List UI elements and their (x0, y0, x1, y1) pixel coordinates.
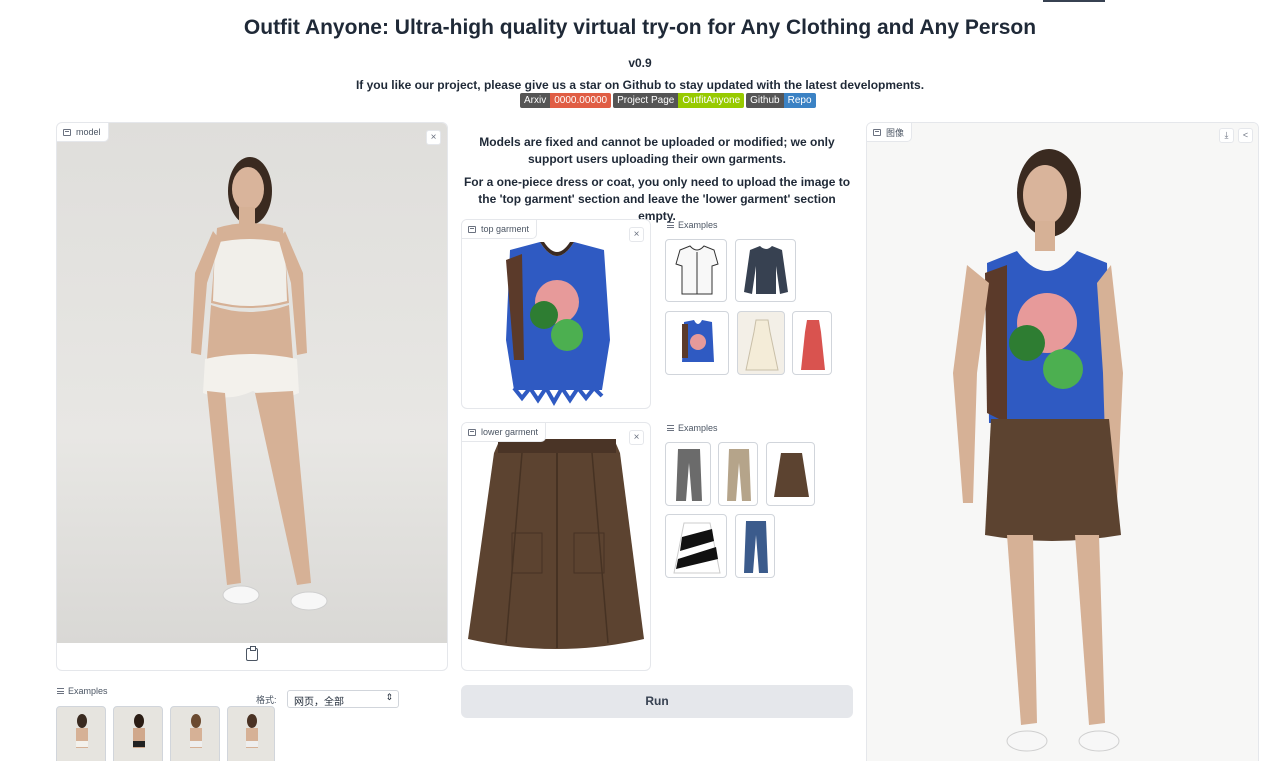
badge-left: Arxiv (520, 93, 551, 108)
jeans-icon (744, 521, 768, 573)
top-examples-label: Examples (667, 220, 718, 230)
format-select-value: 网页，全部 (294, 697, 344, 708)
model-label: model (57, 123, 109, 142)
khaki-trousers-icon (727, 449, 751, 501)
close-icon[interactable]: × (629, 430, 644, 445)
model-thumb-figure-icon (133, 714, 145, 748)
lower-example-thumb[interactable] (766, 442, 815, 506)
lower-examples-label-text: Examples (678, 423, 718, 433)
close-icon[interactable]: × (426, 130, 441, 145)
format-label: 格式: (256, 695, 277, 705)
dress-icon (745, 319, 779, 371)
star-notice: If you like our project, please give us … (355, 78, 925, 92)
lower-examples-label: Examples (667, 423, 718, 433)
info-text-2: For a one-piece dress or coat, you only … (463, 175, 851, 223)
output-label-text: 图像 (886, 127, 905, 138)
top-garment-label: top garment (462, 220, 538, 239)
lower-garment-label: lower garment (462, 423, 547, 442)
model-example-thumb[interactable] (227, 706, 275, 761)
lower-example-thumb[interactable] (735, 514, 775, 578)
model-photo (57, 123, 447, 643)
lower-example-thumb[interactable] (718, 442, 758, 506)
close-icon[interactable]: × (629, 227, 644, 242)
badge-left: Github (746, 93, 784, 108)
top-example-thumb[interactable] (737, 311, 785, 375)
format-select[interactable]: 网页，全部 ⇕ (287, 690, 399, 708)
top-garment-label-text: top garment (481, 224, 530, 234)
version-text: v0.9 (628, 56, 652, 70)
top-example-thumb[interactable] (665, 239, 727, 302)
image-icon (468, 428, 476, 436)
arxiv-badge[interactable]: Arxiv 0000.00000 (520, 93, 612, 108)
list-icon (57, 688, 64, 694)
model-thumb-figure-icon (76, 714, 88, 748)
share-icon[interactable]: < (1238, 128, 1253, 143)
badge-row: Arxiv 0000.00000 Project Page OutfitAnyo… (520, 93, 816, 108)
badge-right: 0000.00000 (550, 93, 612, 108)
run-button[interactable]: Run (461, 685, 853, 718)
badge-right: OutfitAnyone (678, 93, 745, 108)
badge-left: Project Page (613, 93, 679, 108)
list-icon (667, 425, 674, 431)
shirt-icon (675, 245, 719, 295)
model-example-thumb[interactable] (170, 706, 220, 761)
badge-right: Repo (783, 93, 816, 108)
model-figure-icon (191, 157, 328, 611)
lower-garment-label-text: lower garment (481, 427, 539, 437)
lower-example-thumb[interactable] (665, 514, 727, 578)
top-example-thumb[interactable] (735, 239, 796, 302)
skirt-icon (774, 453, 809, 497)
model-label-text: model (76, 127, 101, 137)
project-page-badge[interactable]: Project Page OutfitAnyone (613, 93, 745, 108)
output-image-panel: 图像 ⤓ < (866, 122, 1259, 761)
model-examples-label: Examples (57, 686, 108, 696)
model-example-thumb[interactable] (56, 706, 106, 761)
jacket-icon (744, 246, 788, 294)
model-thumb-figure-icon (246, 714, 258, 748)
model-image-panel: model × (56, 122, 448, 671)
tryon-result-image-icon (867, 123, 1258, 761)
lower-example-thumb[interactable] (665, 442, 711, 506)
top-garment-panel[interactable]: top garment × (461, 219, 651, 409)
red-dress-icon (801, 320, 825, 370)
image-icon (468, 225, 476, 233)
clipboard-icon[interactable] (246, 646, 258, 661)
leather-skirt-image-icon (468, 439, 644, 649)
top-examples-label-text: Examples (678, 220, 718, 230)
striped-skirt-icon (673, 522, 721, 574)
download-icon[interactable]: ⤓ (1219, 128, 1234, 143)
info-text-1: Models are fixed and cannot be uploaded … (479, 135, 835, 166)
page-title: Outfit Anyone: Ultra-high quality virtua… (243, 16, 1037, 39)
model-examples-label-text: Examples (68, 686, 108, 696)
sweater-vest-icon (682, 320, 714, 362)
model-example-thumb[interactable] (113, 706, 163, 761)
sweater-vest-image-icon (506, 242, 610, 407)
trousers-icon (676, 449, 702, 501)
chevron-updown-icon: ⇕ (385, 692, 393, 702)
list-icon (667, 222, 674, 228)
top-example-thumb[interactable] (792, 311, 832, 375)
github-badge[interactable]: Github Repo (746, 93, 816, 108)
output-label: 图像 (867, 123, 913, 142)
model-thumb-figure-icon (190, 714, 202, 748)
image-icon (873, 128, 881, 136)
top-example-thumb[interactable] (665, 311, 729, 375)
image-icon (63, 128, 71, 136)
lower-garment-panel[interactable]: lower garment × (461, 422, 651, 671)
active-tab-indicator (1043, 0, 1105, 2)
